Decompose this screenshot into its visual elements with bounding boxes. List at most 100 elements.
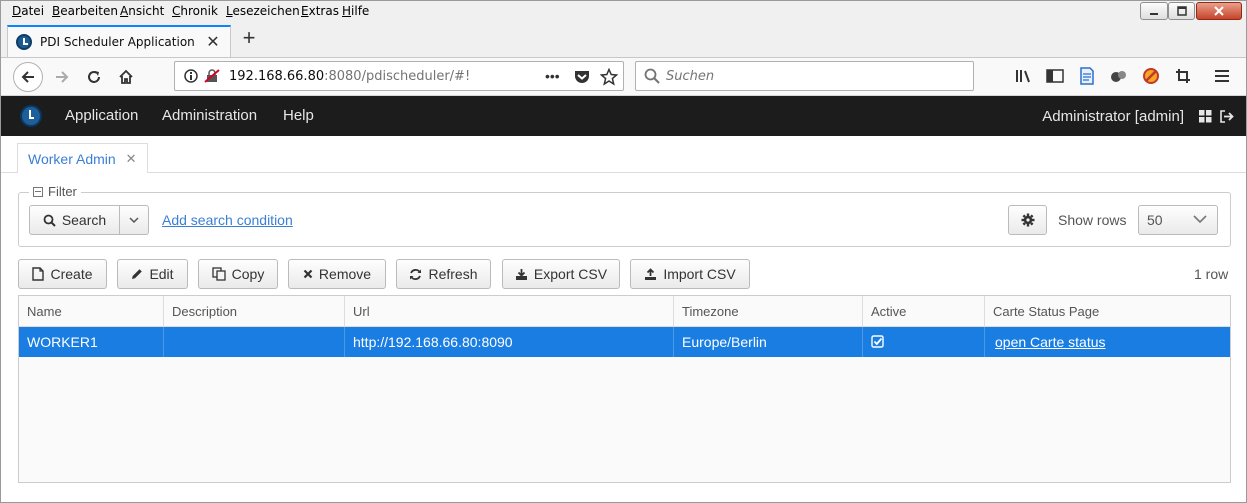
pencil-icon — [132, 269, 143, 279]
browser-search-bar[interactable] — [635, 61, 974, 91]
table-row[interactable]: WORKER1 http://192.168.66.80:8090 Europe… — [19, 327, 1230, 357]
menu-ansicht[interactable]: Ansicht — [120, 4, 164, 18]
reload-button[interactable] — [79, 62, 109, 92]
menu-datei[interactable]: Datei — [12, 4, 44, 18]
insecure-lock-icon[interactable] — [203, 68, 221, 84]
show-rows-label: Show rows — [1058, 212, 1127, 228]
column-header-timezone[interactable]: Timezone — [674, 296, 863, 327]
export-csv-button[interactable]: Export CSV — [502, 259, 620, 289]
filter-legend[interactable]: Filter — [29, 184, 81, 199]
browser-search-input[interactable] — [666, 68, 946, 84]
blocker-icon[interactable] — [1141, 66, 1161, 86]
collapse-icon[interactable] — [33, 186, 43, 197]
back-button[interactable] — [13, 62, 43, 92]
close-icon — [303, 269, 313, 279]
menu-help[interactable]: Help — [283, 107, 314, 124]
url-bar[interactable]: 192.168.66.80 :8080/pdischeduler/#! ••• — [174, 61, 624, 91]
menu-chronik[interactable]: Chronik — [172, 4, 218, 18]
refresh-button-label: Refresh — [428, 266, 478, 282]
info-icon[interactable] — [183, 68, 199, 84]
column-header-description[interactable]: Description — [164, 296, 345, 327]
page-actions-icon[interactable]: ••• — [545, 68, 560, 84]
home-button[interactable] — [111, 62, 141, 92]
bookmark-star-icon[interactable] — [600, 68, 618, 86]
browser-tab-title: PDI Scheduler Application — [40, 35, 195, 49]
refresh-button[interactable]: Refresh — [396, 259, 491, 289]
copy-button-label: Copy — [231, 266, 265, 282]
tab-close-icon[interactable]: ✕ — [126, 151, 137, 167]
cell-timezone[interactable]: Europe/Berlin — [674, 327, 863, 357]
file-icon — [32, 267, 45, 281]
hamburger-menu-icon[interactable] — [1212, 66, 1232, 86]
web-app: Application Administration Help Administ… — [1, 96, 1246, 502]
menu-hilfe[interactable]: Hilfe — [342, 4, 369, 18]
tab-worker-admin-label: Worker Admin — [28, 150, 116, 167]
sidebar-icon[interactable] — [1045, 66, 1065, 86]
filter-label: Filter — [48, 184, 77, 199]
menu-bar: Datei Bearbeiten Ansicht Chronik Lesezei… — [1, 1, 1246, 23]
search-button-label: Search — [61, 212, 107, 228]
pocket-icon[interactable] — [573, 69, 591, 85]
cell-description[interactable] — [164, 327, 345, 357]
import-csv-button-label: Import CSV — [663, 266, 736, 282]
browser-tab[interactable]: PDI Scheduler Application ✕ — [7, 25, 231, 57]
clock-favicon-icon — [16, 34, 32, 50]
workers-table: Name Description Url Timezone Active Car… — [18, 295, 1231, 483]
arrow-left-icon — [21, 71, 34, 83]
upload-icon — [645, 267, 657, 280]
row-count: 1 row — [1194, 266, 1229, 282]
menu-application[interactable]: Application — [65, 107, 138, 124]
reload-icon — [88, 71, 100, 83]
app-header: Application Administration Help Administ… — [1, 96, 1246, 136]
crop-icon[interactable] — [1173, 66, 1193, 86]
app-tab-bar: Worker Admin ✕ — [1, 136, 1246, 174]
app-logo-clock-icon[interactable] — [20, 105, 42, 127]
settings-button[interactable] — [1008, 205, 1047, 235]
close-icon — [1214, 6, 1224, 16]
menu-lesezeichen[interactable]: Lesezeichen — [226, 4, 300, 18]
reader-icon[interactable] — [1077, 66, 1097, 86]
column-header-name[interactable]: Name — [19, 296, 164, 327]
cell-active[interactable] — [863, 327, 985, 357]
user-name[interactable]: Administrator [admin] — [1042, 108, 1184, 125]
edit-button-label: Edit — [149, 266, 174, 282]
download-icon — [515, 268, 527, 280]
column-header-carte-status-page[interactable]: Carte Status Page — [985, 296, 1230, 327]
refresh-icon — [410, 268, 422, 280]
browser-window: Datei Bearbeiten Ansicht Chronik Lesezei… — [0, 0, 1247, 503]
library-icon[interactable] — [1014, 66, 1034, 86]
import-csv-button[interactable]: Import CSV — [630, 259, 750, 289]
column-header-url[interactable]: Url — [345, 296, 674, 327]
edit-button[interactable]: Edit — [117, 259, 188, 289]
remove-button[interactable]: Remove — [288, 259, 386, 289]
tab-worker-admin[interactable]: Worker Admin ✕ — [17, 143, 148, 174]
search-options-dropdown[interactable] — [119, 205, 149, 235]
checked-checkbox-icon[interactable] — [871, 335, 884, 348]
new-tab-button[interactable]: + — [237, 27, 261, 51]
copy-button[interactable]: Copy — [198, 259, 278, 289]
minimize-button[interactable] — [1140, 2, 1168, 20]
menu-administration[interactable]: Administration — [162, 107, 257, 124]
chevron-down-icon — [129, 217, 139, 224]
menu-bearbeiten[interactable]: Bearbeiten — [52, 4, 118, 18]
forward-button[interactable] — [47, 62, 77, 92]
window-close-button[interactable] — [1196, 2, 1242, 20]
menu-extras[interactable]: Extras — [301, 4, 339, 18]
tab-close-icon[interactable]: ✕ — [204, 32, 222, 52]
show-rows-select[interactable]: 50 — [1138, 205, 1218, 235]
grid-icon[interactable] — [1198, 109, 1212, 123]
open-carte-status-link[interactable]: open Carte status — [995, 334, 1106, 350]
add-search-condition-link[interactable]: Add search condition — [162, 212, 293, 228]
arrow-right-icon — [56, 71, 69, 83]
maximize-button[interactable] — [1168, 2, 1195, 20]
search-button[interactable]: Search — [29, 205, 120, 235]
create-button[interactable]: Create — [18, 259, 107, 289]
cell-url[interactable]: http://192.168.66.80:8090 — [345, 327, 674, 357]
table-header: Name Description Url Timezone Active Car… — [19, 296, 1230, 327]
logout-icon[interactable] — [1220, 109, 1234, 123]
cell-carte-status: open Carte status — [985, 327, 1230, 357]
cell-name[interactable]: WORKER1 — [19, 327, 164, 357]
home-icon — [119, 69, 133, 84]
column-header-active[interactable]: Active — [863, 296, 985, 327]
extension-icon[interactable] — [1109, 66, 1129, 86]
